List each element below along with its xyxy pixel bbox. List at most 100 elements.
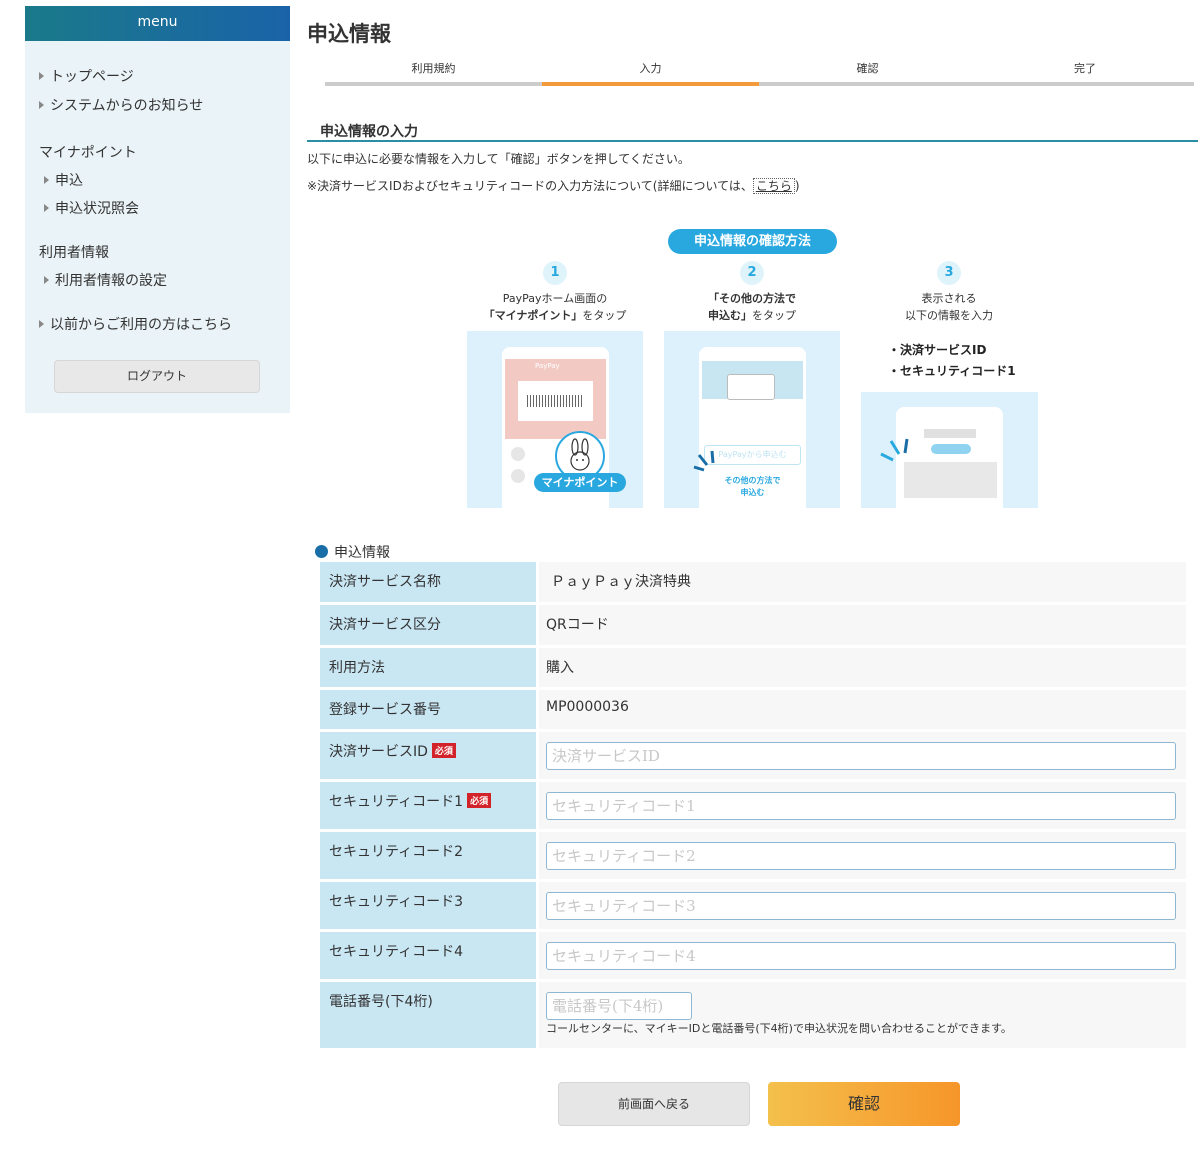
screen-card: [727, 374, 775, 400]
barcode-card: [518, 381, 593, 421]
guide-panel-3: [861, 392, 1038, 508]
screen-content-block: [904, 462, 997, 498]
row-value: 購入: [539, 648, 1186, 687]
app-icon-placeholder: [511, 447, 525, 461]
mynapoint-badge: マイナポイント: [534, 473, 626, 492]
row-label: セキュリティコード2: [320, 832, 536, 879]
guide-panel-1: PayPay マイナポイント: [467, 331, 643, 508]
section-divider: [307, 140, 1198, 142]
row-service-name: 決済サービス名称 ＰａｙＰａｙ決済特典: [320, 562, 1186, 602]
row-label: 決済サービスID 必須: [320, 732, 536, 779]
row-label: 登録サービス番号: [320, 690, 536, 729]
step-label: 完了: [1074, 62, 1096, 75]
step-confirm: 確認: [759, 58, 976, 88]
barcode-icon: [527, 395, 584, 407]
guide-title-badge: 申込情報の確認方法: [668, 229, 837, 254]
security-code-4-input[interactable]: [546, 942, 1176, 970]
guide-step-3-text: 表示される 以下の情報を入力: [864, 290, 1034, 324]
step-bar: [976, 82, 1194, 86]
row-security-code-2: セキュリティコード2: [320, 832, 1186, 879]
step-indicator: 利用規約 入力 確認 完了: [325, 58, 1194, 88]
row-value: ＰａｙＰａｙ決済特典: [539, 562, 1186, 602]
row-label: 利用方法: [320, 648, 536, 687]
logout-button[interactable]: ログアウト: [54, 360, 260, 393]
sidebar-heading-user-info: 利用者情報: [39, 245, 109, 261]
step-label: 入力: [639, 62, 662, 75]
required-badge: 必須: [467, 793, 492, 808]
guide-step-3-line2: 以下の情報を入力: [905, 309, 993, 322]
app-icon-placeholder: [511, 469, 525, 483]
confirm-button[interactable]: 確認: [768, 1082, 960, 1126]
guide-panel-2: PayPayから申込む その他の方法で 申込む: [664, 331, 840, 508]
bullet-dot-icon: [315, 545, 328, 558]
sidebar-item-apply-status[interactable]: 申込状況照会: [44, 198, 139, 218]
security-code-3-input[interactable]: [546, 892, 1176, 920]
row-security-code-4: セキュリティコード4: [320, 932, 1186, 979]
guide-step-2-line1: 「その他の方法で: [708, 292, 796, 305]
row-label: 決済サービス名称: [320, 562, 536, 602]
step-number-2: 2: [740, 261, 764, 285]
intro-note: ※決済サービスIDおよびセキュリティコードの入力方法について(詳細については、こ…: [307, 177, 800, 194]
sidebar-item-label: 以前からご利用の方はこちら: [50, 317, 232, 333]
info-heading: 申込情報: [315, 542, 390, 562]
row-label: セキュリティコード4: [320, 932, 536, 979]
step-bar-active: [542, 82, 759, 86]
row-usage: 利用方法 購入: [320, 648, 1186, 687]
sidebar-item-label: システムからのお知らせ: [50, 98, 204, 114]
phone-illustration: PayPayから申込む その他の方法で 申込む: [699, 347, 806, 508]
sidebar-item-system-notice[interactable]: システムからのお知らせ: [39, 95, 203, 115]
row-service-type: 決済サービス区分 QRコード: [320, 605, 1186, 645]
step-number-1: 1: [543, 261, 567, 285]
sidebar-item-top-page[interactable]: トップページ: [39, 66, 134, 86]
intro-note-prefix: ※決済サービスIDおよびセキュリティコードの入力方法について(詳細については、: [307, 179, 753, 193]
section-title: 申込情報の入力: [320, 124, 418, 140]
step-input: 入力: [542, 58, 759, 88]
bullet-security-code: ・セキュリティコード1: [888, 364, 1016, 378]
sidebar-item-label: 利用者情報の設定: [55, 273, 167, 289]
step-label: 確認: [856, 62, 879, 75]
sidebar-item-user-settings[interactable]: 利用者情報の設定: [44, 270, 167, 290]
step-bar: [759, 82, 976, 86]
details-link[interactable]: こちら: [752, 178, 795, 194]
sidebar-item-label: 申込状況照会: [55, 201, 139, 217]
phone-note: コールセンターに、マイキーIDと電話番号(下4桁)で申込状況を問い合わせることが…: [546, 1022, 1012, 1035]
guide-step-3-line1: 表示される: [921, 292, 977, 305]
row-value: MP0000036: [539, 690, 1186, 729]
row-label: セキュリティコード3: [320, 882, 536, 929]
paypay-home-card: PayPay: [505, 359, 606, 439]
row-label: 電話番号(下4桁): [320, 982, 536, 1048]
required-badge: 必須: [431, 743, 456, 758]
intro-note-suffix: ): [794, 179, 800, 193]
tap-burst-icon: [693, 450, 715, 472]
sidebar-item-apply[interactable]: 申込: [44, 170, 83, 190]
triangle-right-icon: [44, 176, 49, 184]
service-id-input[interactable]: [546, 742, 1176, 770]
guide-step-2-text: 「その他の方法で 申込む」をタップ: [667, 290, 837, 324]
row-registration-number: 登録サービス番号 MP0000036: [320, 690, 1186, 729]
sidebar-item-previous-users[interactable]: 以前からご利用の方はこちら: [39, 314, 232, 334]
guide-step-1-text: PayPayホーム画面の 「マイナポイント」をタップ: [470, 290, 640, 324]
row-phone: 電話番号(下4桁) コールセンターに、マイキーIDと電話番号(下4桁)で申込状況…: [320, 982, 1186, 1048]
triangle-right-icon: [39, 320, 44, 328]
row-label: セキュリティコード1 必須: [320, 782, 536, 829]
intro-text: 以下に申込に必要な情報を入力して「確認」ボタンを押してください。: [307, 152, 690, 166]
step-number-3: 3: [937, 261, 961, 285]
bullet-service-id: ・決済サービスID: [888, 343, 987, 357]
phone-last4-input[interactable]: [546, 992, 692, 1020]
step-bar: [325, 82, 542, 86]
triangle-right-icon: [44, 276, 49, 284]
step-terms: 利用規約: [325, 58, 542, 88]
screen-text-line: [924, 429, 976, 438]
triangle-right-icon: [44, 204, 49, 212]
sidebar: menu トップページ システムからのお知らせ マイナポイント 申込 申込状況照…: [25, 6, 290, 413]
security-code-2-input[interactable]: [546, 842, 1176, 870]
guide-step-2-line2: 申込む」をタップ: [708, 309, 796, 322]
info-heading-text: 申込情報: [334, 545, 390, 561]
guide-step-1-line1: PayPayホーム画面の: [502, 292, 608, 305]
page-title: 申込情報: [307, 22, 391, 46]
sidebar-item-label: トップページ: [50, 69, 134, 85]
back-button[interactable]: 前画面へ戻る: [558, 1082, 750, 1126]
guide-step-1-line2: 「マイナポイント」をタップ: [483, 309, 627, 322]
sidebar-heading-my-point: マイナポイント: [39, 145, 137, 161]
security-code-1-input[interactable]: [546, 792, 1176, 820]
